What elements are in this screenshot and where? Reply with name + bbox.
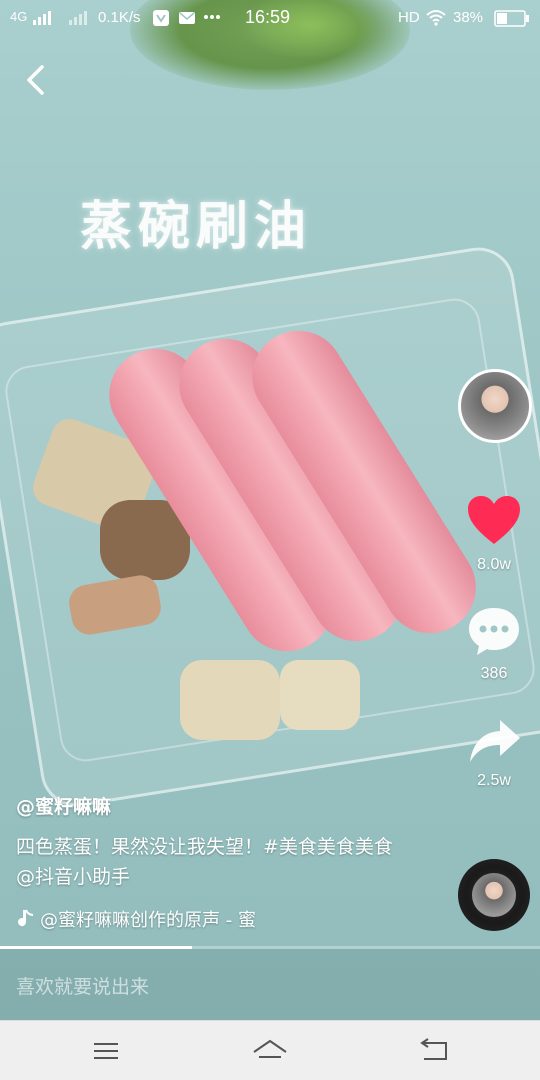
video-caption: 四色蒸蛋！果然没让我失望！#美食美食美食 @抖音小助手 bbox=[16, 836, 393, 888]
back-nav-icon[interactable] bbox=[414, 1035, 454, 1067]
more-icon bbox=[204, 15, 220, 19]
food-piece bbox=[180, 660, 280, 740]
system-nav-bar bbox=[0, 1020, 540, 1080]
food-piece bbox=[280, 660, 360, 730]
author-name[interactable]: @蜜籽嘛嘛 bbox=[16, 792, 111, 819]
message-icon bbox=[179, 12, 195, 24]
wifi-icon bbox=[426, 10, 446, 26]
signal-icon bbox=[33, 11, 51, 25]
music-info[interactable]: @蜜籽嘛嘛创作的原声 - 蜜 bbox=[16, 906, 256, 934]
comment-bar[interactable]: 喜欢就要说出来 bbox=[0, 949, 540, 1020]
music-disc-avatar bbox=[472, 873, 516, 917]
status-bar: 4G 0.1K/s 16:59 HD 38% bbox=[0, 0, 540, 38]
like-heart-icon[interactable] bbox=[466, 494, 522, 546]
share-icon[interactable] bbox=[468, 718, 522, 764]
share-count: 2.5w bbox=[477, 772, 511, 789]
battery-percent: 38% bbox=[453, 9, 484, 26]
music-note-icon bbox=[18, 909, 34, 927]
hd-label: HD bbox=[398, 9, 420, 26]
comment-icon[interactable] bbox=[466, 605, 522, 657]
battery-icon bbox=[494, 10, 529, 27]
author-avatar[interactable] bbox=[458, 369, 532, 443]
clock: 16:59 bbox=[245, 7, 291, 27]
back-arrow-icon[interactable] bbox=[20, 62, 50, 98]
comment-count: 386 bbox=[480, 665, 508, 682]
video-overlay-text: 蒸碗刷油 bbox=[80, 197, 313, 257]
menu-icon[interactable] bbox=[86, 1035, 126, 1067]
music-title: @蜜籽嘛嘛创作的原声 - 蜜 bbox=[40, 910, 256, 931]
signal-icon-secondary bbox=[69, 11, 87, 25]
network-speed: 0.1K/s bbox=[98, 9, 141, 26]
notification-icon bbox=[153, 10, 169, 26]
like-count: 8.0w bbox=[477, 556, 511, 573]
home-icon[interactable] bbox=[250, 1035, 290, 1067]
network-type: 4G bbox=[10, 9, 28, 24]
music-disc[interactable] bbox=[458, 859, 530, 931]
comment-input[interactable]: 喜欢就要说出来 bbox=[16, 972, 149, 999]
